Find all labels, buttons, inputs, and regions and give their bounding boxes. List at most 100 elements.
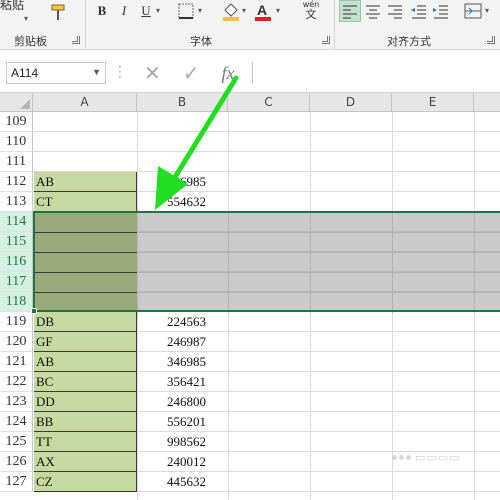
cell-b[interactable]: 240012 <box>138 452 228 472</box>
format-painter-icon[interactable] <box>48 3 68 23</box>
select-all-button[interactable] <box>0 93 33 112</box>
column-header-b[interactable]: B <box>137 93 228 112</box>
row-header[interactable]: 125 <box>0 432 33 452</box>
font-color-dropdown-icon[interactable]: ▾ <box>276 6 280 15</box>
borders-dropdown-icon[interactable]: ▾ <box>198 6 202 15</box>
clipboard-launcher-icon[interactable] <box>72 36 80 44</box>
cell-b[interactable]: 556201 <box>138 412 228 432</box>
ribbon: 粘贴 ▾ 剪贴板 B I U ▾ ▾ ▾ A ▾ wén 文 字体 ▾ 对齐方式 <box>0 0 500 50</box>
row-header[interactable]: 111 <box>0 152 33 172</box>
font-launcher-icon[interactable] <box>322 36 330 44</box>
underline-button[interactable]: U <box>138 1 154 21</box>
name-box-dropdown-icon[interactable]: ▼ <box>92 67 101 77</box>
font-group-label: 字体 <box>190 35 212 48</box>
merge-dropdown-icon[interactable]: ▾ <box>485 6 489 15</box>
cell-b[interactable]: 445632 <box>138 472 228 492</box>
cell-b[interactable]: 346985 <box>138 352 228 372</box>
row-header[interactable]: 115 <box>0 232 33 252</box>
cell-a[interactable]: AX <box>34 452 137 472</box>
cell-a[interactable]: DD <box>34 392 137 412</box>
cell-a[interactable]: AB <box>34 352 137 372</box>
insert-function-button[interactable]: fx <box>222 63 235 84</box>
cell-a[interactable]: TT <box>34 432 137 452</box>
borders-icon[interactable] <box>178 3 194 19</box>
bold-button[interactable]: B <box>94 1 110 21</box>
watermark-dots-icon <box>392 454 411 460</box>
alignment-launcher-icon[interactable] <box>487 36 495 44</box>
cell-b[interactable]: 998562 <box>138 432 228 452</box>
row-header[interactable]: 123 <box>0 392 33 412</box>
cell-b[interactable]: 224563 <box>138 312 228 332</box>
cancel-icon[interactable]: ✕ <box>144 61 161 85</box>
paste-button[interactable]: 粘贴 <box>0 0 24 13</box>
cell-b[interactable]: 356421 <box>138 372 228 392</box>
cell-a[interactable]: AB <box>34 172 137 192</box>
row-header[interactable]: 119 <box>0 312 33 332</box>
row-header[interactable]: 118 <box>0 292 33 312</box>
fill-color-icon[interactable] <box>222 1 240 21</box>
formula-buttons: ✕ ✓ fx <box>136 61 250 85</box>
cell-b[interactable]: 554632 <box>138 192 228 212</box>
cell-a[interactable]: DB <box>34 312 137 332</box>
row-header[interactable]: 121 <box>0 352 33 372</box>
row-header[interactable]: 110 <box>0 132 33 152</box>
cell-a[interactable]: BB <box>34 412 137 432</box>
row-header[interactable]: 127 <box>0 472 33 492</box>
cell-a[interactable]: CZ <box>34 472 137 492</box>
svg-text:A: A <box>257 2 267 18</box>
clipboard-group: 粘贴 ▾ 剪贴板 <box>0 0 84 50</box>
row-header[interactable]: 112 <box>0 172 33 192</box>
paste-dropdown-icon[interactable]: ▾ <box>24 14 28 23</box>
cell-b[interactable]: 246987 <box>138 332 228 352</box>
fill-handle[interactable] <box>31 308 37 314</box>
row-header[interactable]: 116 <box>0 252 33 272</box>
gridline <box>33 151 500 152</box>
align-left-icon <box>343 5 357 19</box>
cell-b[interactable]: 246800 <box>138 392 228 412</box>
clipboard-group-label: 剪贴板 <box>14 35 47 48</box>
phonetic-char: 文 <box>305 8 317 21</box>
row-header[interactable]: 114 <box>0 212 33 232</box>
selection-border <box>31 211 500 314</box>
alignment-group-label: 对齐方式 <box>387 35 431 48</box>
column-header-d[interactable]: D <box>310 93 392 112</box>
row-header[interactable]: 113 <box>0 192 33 212</box>
merge-center-icon[interactable] <box>463 1 483 21</box>
increase-indent-icon[interactable] <box>431 1 451 21</box>
formula-input[interactable] <box>252 62 500 84</box>
phonetic-button[interactable]: wén 文 <box>296 0 326 24</box>
formula-bar: A114 ▼ · · · ✕ ✓ fx <box>0 51 500 93</box>
name-box[interactable]: A114 ▼ <box>6 62 106 84</box>
cell-a[interactable]: BC <box>34 372 137 392</box>
cell-a[interactable]: CT <box>34 192 137 212</box>
column-header-f[interactable] <box>474 93 500 112</box>
column-header-e[interactable]: E <box>392 93 474 112</box>
align-center-icon[interactable] <box>363 1 383 21</box>
decrease-indent-icon[interactable] <box>409 1 429 21</box>
row-header[interactable]: 117 <box>0 272 33 292</box>
row-header[interactable]: 109 <box>0 112 33 132</box>
watermark-logo: ▭▭▭▭ <box>392 446 496 468</box>
row-header[interactable]: 122 <box>0 372 33 392</box>
formula-bar-grip-icon[interactable]: · · · <box>118 61 122 83</box>
name-box-value: A114 <box>11 66 39 80</box>
alignment-group: ▾ 对齐方式 <box>335 0 500 50</box>
font-color-icon[interactable]: A <box>254 1 272 21</box>
column-header-c[interactable]: C <box>228 93 310 112</box>
watermark-text: ▭▭▭▭ <box>415 450 461 464</box>
cell-a[interactable]: GF <box>34 332 137 352</box>
fill-color-dropdown-icon[interactable]: ▾ <box>242 6 246 15</box>
cell-b[interactable]: 346985 <box>138 172 228 192</box>
row-header[interactable]: 120 <box>0 332 33 352</box>
underline-dropdown-icon[interactable]: ▾ <box>156 6 160 15</box>
align-right-icon[interactable] <box>385 1 405 21</box>
worksheet-grid[interactable]: A B C D E 109 110 111 112 AB 346985 113 CT 55463… <box>0 93 500 500</box>
row-header[interactable]: 126 <box>0 452 33 472</box>
column-header-a[interactable]: A <box>33 93 137 112</box>
confirm-icon[interactable]: ✓ <box>183 61 200 85</box>
row-header[interactable]: 124 <box>0 412 33 432</box>
font-group: B I U ▾ ▾ ▾ A ▾ wén 文 字体 <box>86 0 334 50</box>
gridline <box>33 131 500 132</box>
align-left-button[interactable] <box>339 0 361 22</box>
italic-button[interactable]: I <box>116 1 132 21</box>
